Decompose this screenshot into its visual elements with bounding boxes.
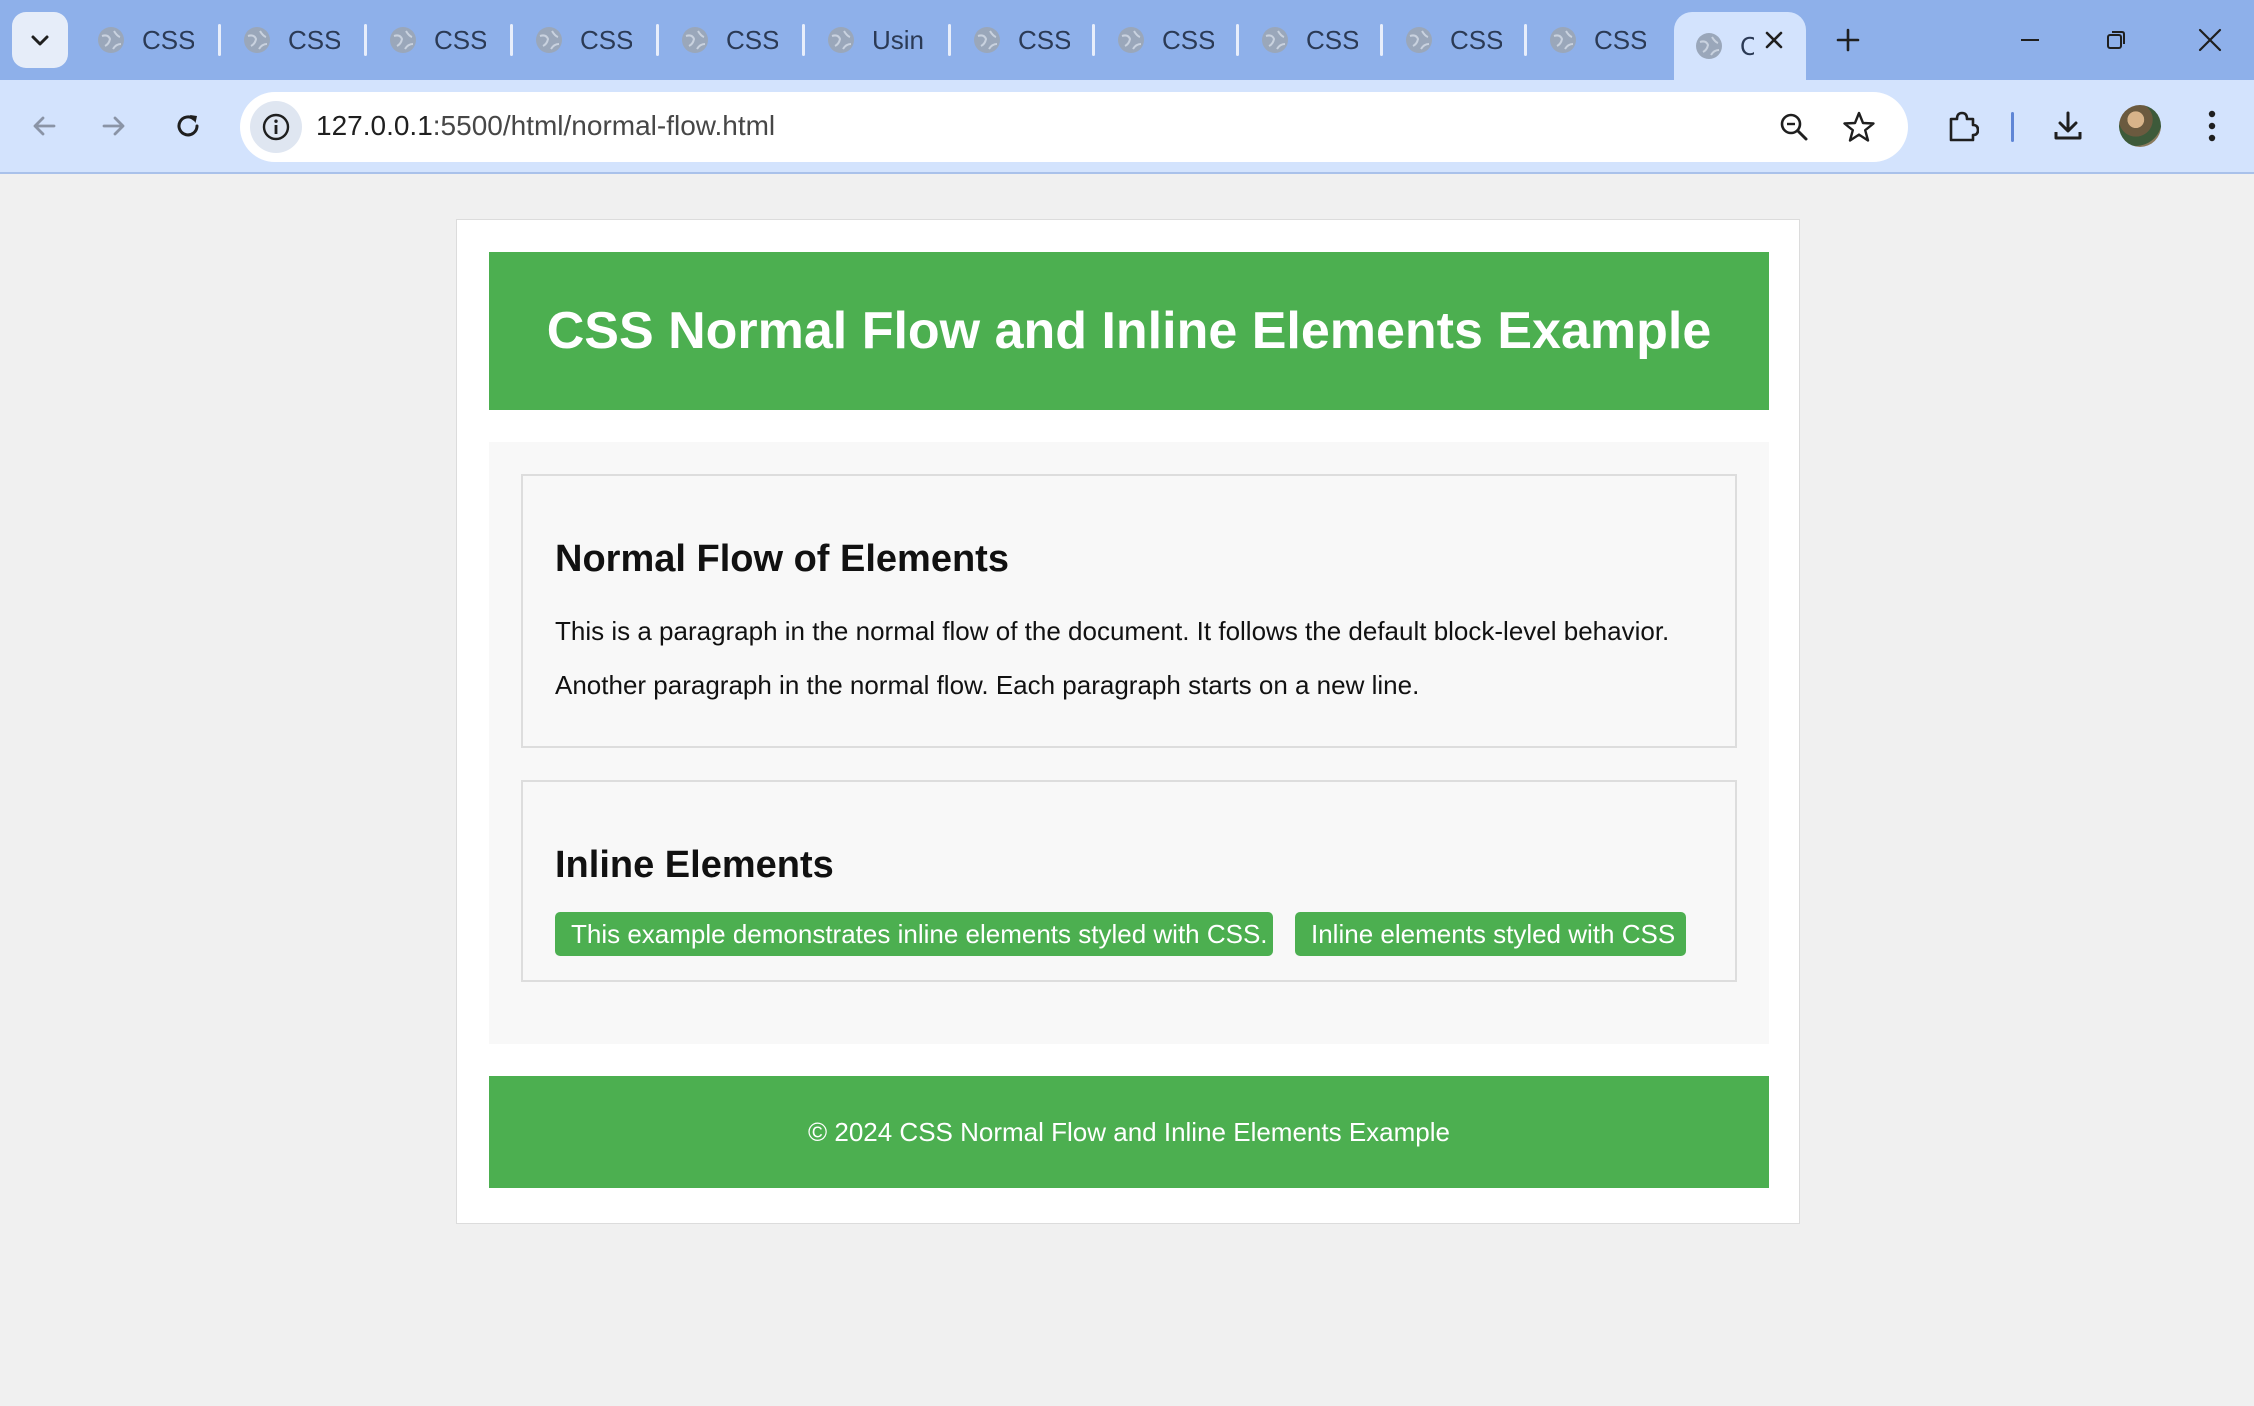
close-icon [2198, 28, 2222, 52]
page-container: CSS Normal Flow and Inline Elements Exam… [456, 219, 1800, 1224]
tab-label: CSS T [1594, 24, 1646, 55]
browser-tab[interactable]: CSS S [72, 12, 194, 68]
arrow-left-icon [33, 116, 56, 136]
star-icon [1843, 111, 1875, 142]
browser-tab[interactable]: CSS T [1524, 12, 1646, 68]
page-header: CSS Normal Flow and Inline Elements Exam… [489, 252, 1769, 410]
globe-icon [1696, 33, 1722, 59]
globe-icon [1550, 27, 1576, 53]
page-viewport: CSS Normal Flow and Inline Elements Exam… [0, 176, 2254, 1406]
tab-label: CSS I [288, 24, 340, 55]
globe-icon [974, 27, 1000, 53]
tab-label: CSS I [1162, 24, 1214, 55]
browser-tab[interactable]: Using [802, 12, 924, 68]
section-heading: Normal Flow of Elements [555, 538, 1009, 580]
tab-label: CSS S [142, 24, 194, 55]
tab-label: Using [872, 24, 924, 55]
browser-tab-active[interactable]: C [1674, 12, 1806, 80]
browser-menu-button[interactable] [2186, 100, 2238, 152]
browser-tab[interactable]: CSS I [218, 12, 340, 68]
page-title: CSS Normal Flow and Inline Elements Exam… [546, 302, 1712, 360]
reload-button[interactable] [162, 100, 214, 152]
toolbar-divider [2011, 112, 2014, 142]
chevron-down-icon [31, 35, 49, 46]
address-bar[interactable]: 127.0.0.1:5500/html/normal-flow.html [240, 92, 1908, 162]
kebab-menu-icon [2208, 110, 2216, 142]
globe-icon [1118, 27, 1144, 53]
zoom-icon [1780, 113, 1808, 141]
arrow-right-icon [102, 116, 125, 136]
forward-button[interactable] [88, 100, 140, 152]
new-tab-button[interactable] [1826, 18, 1870, 62]
restore-button[interactable] [2086, 14, 2146, 66]
globe-icon [1262, 27, 1288, 53]
puzzle-icon [1949, 111, 1979, 142]
bookmark-button[interactable] [1837, 105, 1881, 149]
globe-icon [682, 27, 708, 53]
globe-icon [1406, 27, 1432, 53]
url-path: :5500/html/normal-flow.html [432, 110, 776, 141]
site-info-button[interactable] [250, 101, 302, 153]
browser-tab[interactable]: CSS S [510, 12, 632, 68]
globe-icon [98, 27, 124, 53]
restore-icon [2107, 31, 2125, 49]
url-host: 127.0.0.1 [316, 110, 433, 141]
minimize-icon [2021, 39, 2039, 41]
inline-element: This example demonstrates inline element… [555, 912, 1273, 956]
tab-label: CSS I [1018, 24, 1070, 55]
paragraph: Another paragraph in the normal flow. Ea… [555, 670, 1420, 700]
tab-label: C [1740, 30, 1754, 61]
browser-toolbar: 127.0.0.1:5500/html/normal-flow.html [0, 80, 2254, 174]
browser-tab[interactable]: CSS I [1236, 12, 1358, 68]
inline-element: Inline elements styled with CSS [1295, 912, 1686, 956]
tab-search-button[interactable] [12, 12, 68, 68]
download-icon [2054, 111, 2082, 140]
normal-flow-section: Normal Flow of Elements This is a paragr… [521, 474, 1737, 748]
close-window-button[interactable] [2180, 14, 2240, 66]
url-text[interactable]: 127.0.0.1:5500/html/normal-flow.html [316, 110, 775, 142]
tab-label: CSS S [434, 24, 486, 55]
extensions-button[interactable] [1936, 100, 1988, 152]
footer-text: © 2024 CSS Normal Flow and Inline Elemen… [807, 1116, 1450, 1147]
tab-label: CSS S [580, 24, 632, 55]
browser-tab[interactable]: CSS I [1092, 12, 1214, 68]
minimize-button[interactable] [2000, 14, 2060, 66]
browser-tab[interactable]: CSS S [364, 12, 486, 68]
browser-tab[interactable]: CSS C [656, 12, 778, 68]
plus-icon [1836, 28, 1860, 52]
main-content: Normal Flow of Elements This is a paragr… [489, 442, 1769, 1044]
tab-label: CSS C [726, 24, 778, 55]
inline-elements-section: Inline Elements This example demonstrate… [521, 780, 1737, 982]
globe-icon [244, 27, 270, 53]
close-icon [1765, 31, 1783, 49]
info-icon [262, 113, 290, 141]
page-footer: © 2024 CSS Normal Flow and Inline Elemen… [489, 1076, 1769, 1188]
section-heading: Inline Elements [555, 844, 834, 886]
back-button[interactable] [18, 100, 70, 152]
tab-label: CSS C [1450, 24, 1502, 55]
reload-icon [177, 115, 199, 137]
globe-icon [390, 27, 416, 53]
tab-close-button[interactable] [1760, 26, 1788, 54]
downloads-button[interactable] [2042, 100, 2094, 152]
profile-avatar[interactable] [2119, 105, 2161, 147]
globe-icon [828, 27, 854, 53]
tab-strip: CSS S CSS I CSS S CSS S CSS C Using CSS … [0, 0, 2254, 80]
globe-icon [536, 27, 562, 53]
browser-tab[interactable]: CSS I [948, 12, 1070, 68]
zoom-button[interactable] [1772, 105, 1816, 149]
browser-tab[interactable]: CSS C [1380, 12, 1502, 68]
tab-label: CSS I [1306, 24, 1358, 55]
paragraph: This is a paragraph in the normal flow o… [555, 616, 1670, 646]
